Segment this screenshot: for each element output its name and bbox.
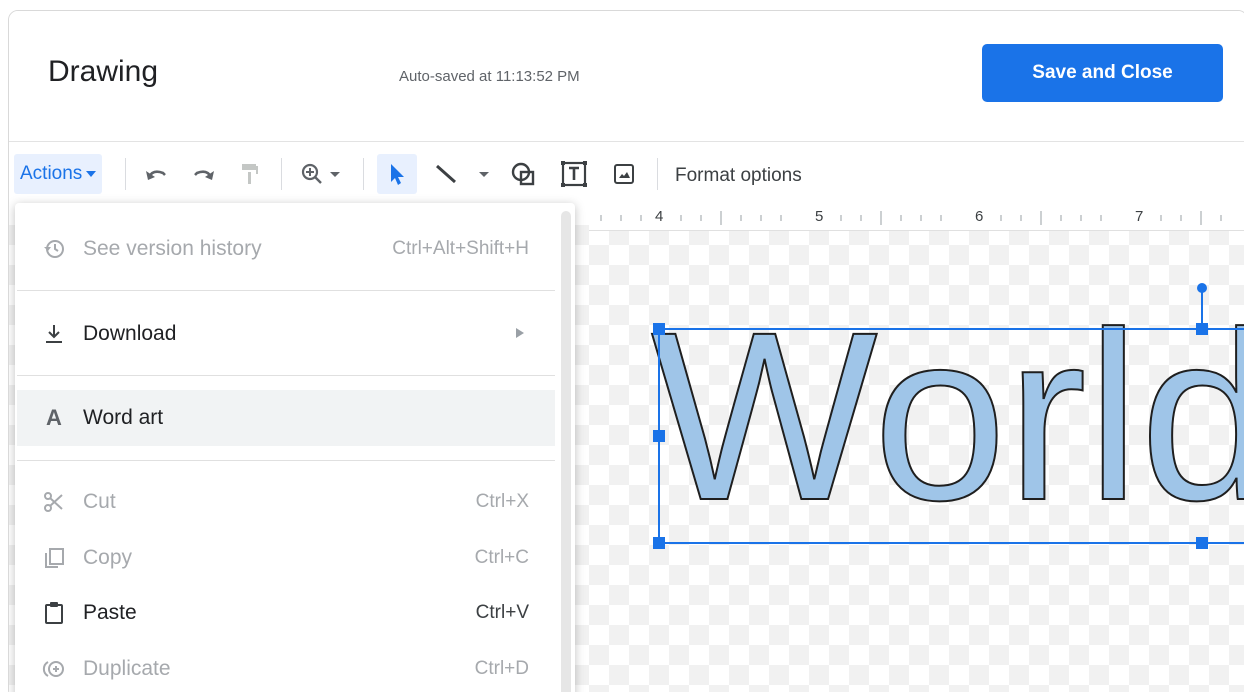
menu-item-see-version-history[interactable]: See version history Ctrl+Alt+Shift+H [17, 221, 555, 277]
actions-menu: See version history Ctrl+Alt+Shift+H Dow… [15, 203, 575, 692]
menu-item-label: Paste [83, 601, 137, 624]
resize-handle[interactable] [653, 323, 665, 335]
autosave-status: Auto-saved at 11:13:52 PM [399, 68, 580, 85]
toolbar-divider [281, 158, 282, 190]
word-art-text: World [651, 282, 1244, 550]
menu-item-shortcut: Ctrl+V [475, 602, 529, 623]
menu-item-label: Download [83, 322, 177, 345]
menu-divider [17, 290, 555, 291]
rotate-handle[interactable] [1197, 283, 1207, 293]
submenu-arrow-icon [515, 323, 525, 345]
ruler-ticks [600, 211, 1222, 225]
resize-handle[interactable] [653, 537, 665, 549]
select-icon[interactable] [383, 160, 411, 188]
actions-menu-button[interactable]: Actions [14, 154, 103, 194]
toolbar-divider [363, 158, 364, 190]
menu-item-shortcut: Ctrl+Alt+Shift+H [392, 238, 529, 259]
menu-divider [17, 375, 555, 376]
toolbar-divider [657, 158, 658, 190]
toolbar-divider [125, 158, 126, 190]
resize-handle[interactable] [1196, 323, 1208, 335]
menu-item-shortcut: Ctrl+D [474, 658, 529, 679]
ruler-mark: 5 [815, 208, 824, 225]
paint-format-icon[interactable] [237, 160, 263, 188]
paste-icon [39, 601, 69, 625]
chevron-down-icon [86, 171, 97, 177]
menu-item-copy[interactable]: Copy Ctrl+C [17, 530, 555, 586]
menu-item-label: See version history [83, 237, 262, 260]
word-art-icon: A [46, 405, 62, 430]
download-icon [39, 322, 69, 346]
dialog-header: Drawing Auto-saved at 11:13:52 PM Save a… [9, 11, 1244, 141]
menu-item-word-art[interactable]: A Word art [17, 390, 555, 446]
cut-icon [39, 490, 69, 514]
dialog-title: Drawing [48, 55, 159, 88]
ruler-mark: 4 [655, 208, 664, 225]
resize-handle[interactable] [653, 430, 665, 442]
text-box-icon[interactable] [559, 160, 589, 188]
menu-item-label: Copy [83, 546, 133, 569]
menu-item-duplicate[interactable]: Duplicate Ctrl+D [17, 641, 555, 692]
menu-item-shortcut: Ctrl+X [475, 491, 529, 512]
menu-item-paste[interactable]: Paste Ctrl+V [17, 585, 555, 641]
menu-item-cut[interactable]: Cut Ctrl+X [17, 474, 555, 530]
horizontal-ruler: 4 5 6 7 [589, 205, 1244, 231]
ruler-mark: 7 [1135, 208, 1144, 225]
zoom-icon[interactable] [297, 160, 347, 188]
format-options-button[interactable]: Format options [675, 165, 802, 187]
image-icon[interactable] [609, 160, 639, 188]
menu-item-download[interactable]: Download [17, 306, 555, 362]
menu-item-label: Word art [83, 406, 164, 429]
toolbar: Actions Format options [9, 141, 1244, 205]
drawing-dialog: Drawing Auto-saved at 11:13:52 PM Save a… [8, 10, 1244, 692]
actions-label: Actions [20, 163, 83, 184]
menu-scrollbar[interactable] [561, 211, 571, 692]
menu-item-label: Cut [83, 490, 116, 513]
line-icon[interactable] [431, 160, 497, 188]
undo-icon[interactable] [141, 160, 171, 188]
menu-item-label: Duplicate [83, 657, 171, 680]
word-art-object[interactable]: World [649, 281, 1244, 571]
save-and-close-button[interactable]: Save and Close [982, 44, 1223, 102]
ruler-mark: 6 [975, 208, 984, 225]
resize-handle[interactable] [1196, 537, 1208, 549]
menu-item-shortcut: Ctrl+C [474, 547, 529, 568]
redo-icon[interactable] [189, 160, 219, 188]
history-icon [39, 237, 69, 261]
copy-icon [39, 546, 69, 570]
duplicate-icon [39, 657, 69, 681]
menu-divider [17, 460, 555, 461]
shape-icon[interactable] [509, 160, 539, 188]
